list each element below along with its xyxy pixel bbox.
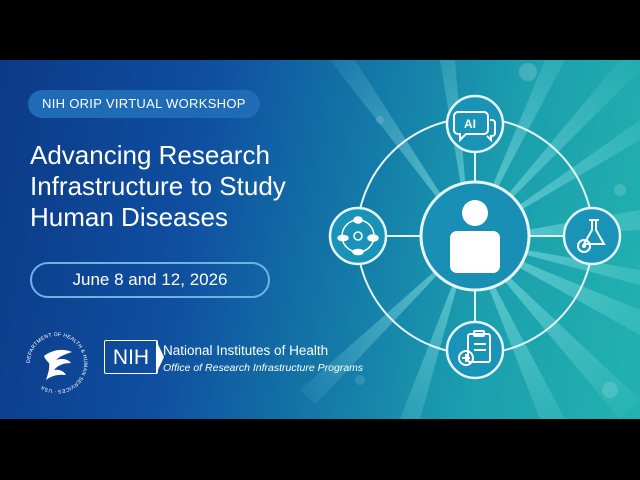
center-node [419,180,531,292]
lab-node [562,206,622,266]
ai-icon-text: AI [464,117,476,131]
model-organism-node [328,206,388,266]
research-hub-diagram: AI [328,94,622,380]
letterbox-bottom [0,419,640,480]
workshop-banner: NIH ORIP VIRTUAL WORKSHOP Advancing Rese… [0,60,640,419]
letterbox-top [0,0,640,60]
clinical-node [445,320,505,380]
ai-node: AI [445,94,505,154]
